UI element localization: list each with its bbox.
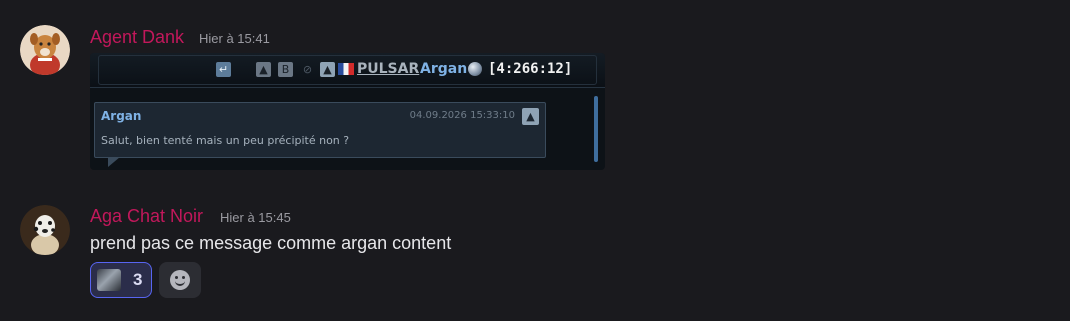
avatar-image	[20, 205, 70, 255]
username[interactable]: Agent Dank	[90, 27, 184, 48]
scrollbar	[594, 96, 598, 162]
alert-icon: ▲	[522, 108, 539, 125]
add-reaction-icon	[170, 270, 190, 290]
player-name: Argan	[420, 61, 468, 77]
alliance-tag: PULSAR	[357, 61, 420, 77]
reply-icon: ↵	[216, 62, 231, 77]
avatar-image	[20, 25, 70, 75]
username[interactable]: Aga Chat Noir	[90, 206, 203, 227]
custom-emoji-icon	[97, 269, 121, 291]
timestamp[interactable]: Hier à 15:41	[199, 31, 270, 46]
reaction-count: 3	[133, 270, 143, 289]
user-icon: ▲	[320, 62, 335, 77]
message-agent-dank: Agent Dank Hier à 15:41 ↵ ▲ B ⊘ ▲ PULSAR…	[0, 0, 1070, 180]
add-reaction-button[interactable]	[159, 262, 201, 298]
game-message-box: Argan 04.09.2026 15:33:10 ▲ Salut, bien …	[94, 102, 546, 158]
avatar[interactable]	[20, 205, 70, 255]
buddy-icon: B	[278, 62, 293, 77]
message-date: 04.09.2026 15:33:10	[409, 110, 515, 121]
planet-icon	[468, 62, 482, 76]
avatar[interactable]	[20, 25, 70, 75]
message-text: prend pas ce message comme argan content	[90, 233, 452, 253]
speech-tail	[108, 157, 120, 167]
embedded-screenshot[interactable]: ↵ ▲ B ⊘ ▲ PULSAR Argan [4:266:12] Argan …	[90, 53, 605, 170]
game-message-header: ↵ ▲ B ⊘ ▲ PULSAR Argan [4:266:12]	[90, 53, 605, 88]
reaction-button[interactable]: 3	[90, 262, 152, 298]
timestamp[interactable]: Hier à 15:45	[220, 210, 291, 225]
message-author: Argan	[101, 109, 142, 123]
message-body: Salut, bien tenté mais un peu précipité …	[101, 134, 350, 147]
coordinates: [4:266:12]	[488, 61, 573, 77]
block-icon: ⊘	[302, 63, 313, 76]
france-flag-icon	[338, 63, 354, 75]
user-icon: ▲	[256, 62, 271, 77]
